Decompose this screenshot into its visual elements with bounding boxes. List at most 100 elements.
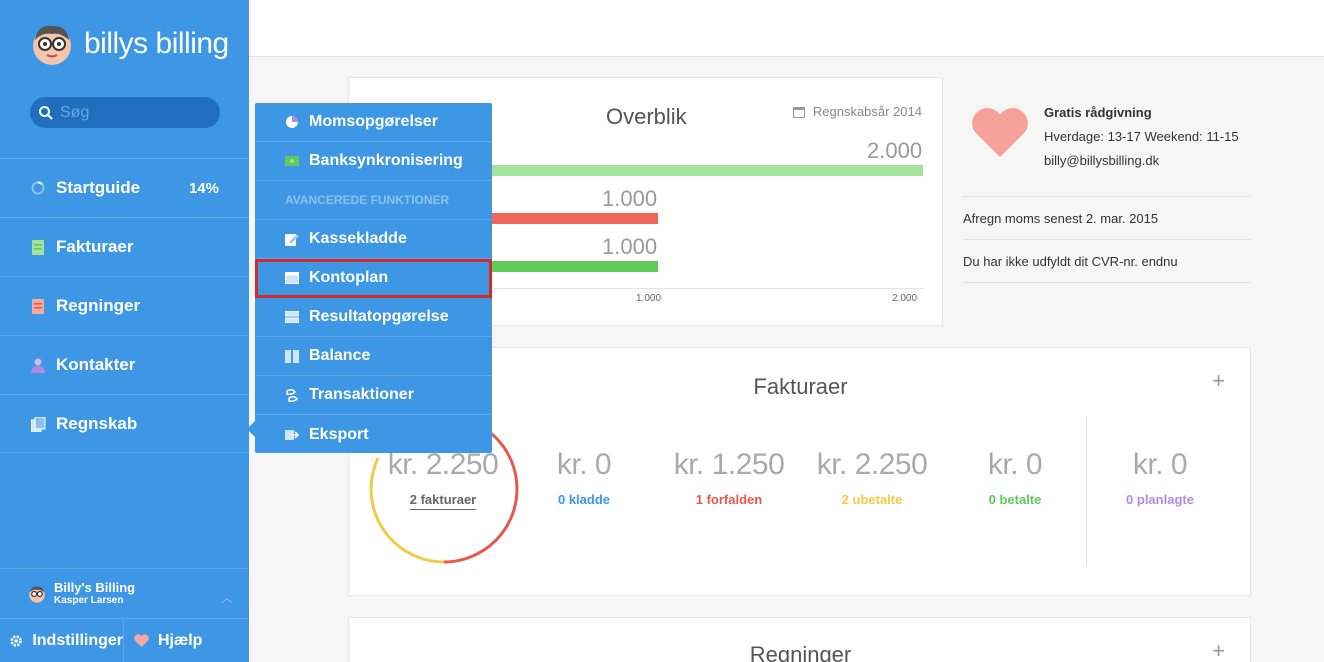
axis-tick: 1.000 <box>636 293 662 304</box>
sidebar-item-regnskab[interactable]: Regnskab <box>0 394 249 453</box>
sidebar-item-fakturaer[interactable]: Fakturaer <box>0 217 249 276</box>
help-label: Hjælp <box>158 631 203 649</box>
regnskab-submenu: Momsopgørelser Banksynkronisering AVANCE… <box>247 103 492 454</box>
overblik-bar-value: 2.000 <box>867 138 923 163</box>
menu-item-label: Kassekladde <box>309 230 407 247</box>
sidebar-item-label: Kontakter <box>56 355 136 374</box>
menu-item-transaktioner[interactable]: Transaktioner <box>255 376 492 415</box>
sidebar-item-startguide[interactable]: Startguide 14% <box>0 158 249 217</box>
settings-label: Indstillinger <box>32 631 123 649</box>
menu-item-eksport[interactable]: Eksport <box>255 415 492 454</box>
person-icon <box>30 357 46 373</box>
stat-amount: kr. 1.250 <box>673 448 785 481</box>
sidebar-nav: Startguide 14% Fakturaer Regninger Konta… <box>0 158 249 453</box>
menu-item-resultatopgoerelse[interactable]: Resultatopgørelse <box>255 298 492 337</box>
overblik-bar-value: 1.000 <box>602 186 658 211</box>
overblik-bar-value: 1.000 <box>602 234 658 259</box>
stat-label: 2 ubetalte <box>841 492 903 507</box>
sidebar-footer: Indstillinger Hjælp <box>0 618 249 662</box>
sidebar-item-label: Regninger <box>56 296 141 315</box>
heart-icon <box>134 634 149 647</box>
settings-button[interactable]: Indstillinger <box>0 619 124 662</box>
stat-amount: kr. 2.250 <box>816 448 928 481</box>
menu-item-kontoplan[interactable]: Kontoplan <box>255 259 492 298</box>
menu-item-label: Banksynkronisering <box>309 152 463 169</box>
nav-divider <box>0 452 249 453</box>
menu-item-label: Transaktioner <box>309 386 414 403</box>
stat-amount: kr. 0 <box>1132 448 1188 481</box>
search-icon <box>39 105 53 120</box>
sidebar-item-label: Regnskab <box>56 414 138 433</box>
heart-icon <box>972 108 1028 158</box>
search-input[interactable]: Søg <box>30 97 220 128</box>
sidebar-item-kontakter[interactable]: Kontakter <box>0 335 249 394</box>
stat-amount: kr. 0 <box>987 448 1043 481</box>
advice-email[interactable]: billy@billysbilling.dk <box>1044 153 1159 168</box>
stat-amount: kr. 0 <box>556 448 612 481</box>
menu-item-balance[interactable]: Balance <box>255 337 492 376</box>
add-invoice-button[interactable]: + <box>1212 368 1225 394</box>
menu-item-kassekladde[interactable]: Kassekladde <box>255 220 492 259</box>
sidebar-item-label: Startguide <box>56 178 141 197</box>
stat-label: 0 kladde <box>557 492 611 507</box>
transactions-icon <box>285 388 299 402</box>
balance-icon <box>285 349 299 363</box>
spinner-icon <box>30 180 46 196</box>
regninger-title: Regninger <box>749 642 852 662</box>
startguide-progress: 14% <box>188 179 219 197</box>
menu-item-label: Momsopgørelser <box>309 113 438 130</box>
account-plan-icon <box>285 271 299 285</box>
logo[interactable]: billys billing <box>30 22 229 66</box>
regninger-card: Regninger + <box>348 617 1251 662</box>
billy-avatar-icon <box>33 25 71 65</box>
fiscal-year-label: Regnskabsår 2014 <box>812 104 922 119</box>
menu-item-momsopgoerelser[interactable]: Momsopgørelser <box>255 103 492 142</box>
logo-text: billys billing <box>84 27 229 60</box>
stat-total[interactable]: kr. 2.250 2 fakturaer <box>373 448 513 507</box>
axis-tick: 2.000 <box>892 293 918 304</box>
export-icon <box>285 428 299 442</box>
calendar-icon <box>792 106 805 118</box>
menu-item-label: Kontoplan <box>309 269 389 286</box>
advice-hours: Hverdage: 13-17 Weekend: 11-15 <box>1044 129 1239 144</box>
invoice-icon <box>30 239 46 255</box>
notice-vat-deadline[interactable]: Afregn moms senest 2. mar. 2015 <box>963 196 1251 240</box>
advice-title: Gratis rådgivning <box>1044 105 1152 120</box>
fiscal-year-selector[interactable]: Regnskabsår 2014 <box>792 104 922 119</box>
stat-kladde[interactable]: kr. 0 0 kladde <box>514 448 654 507</box>
stat-betalte[interactable]: kr. 0 0 betalte <box>945 448 1085 507</box>
accounting-icon <box>30 416 46 432</box>
notice-cvr-missing[interactable]: Du har ikke udfyldt dit CVR-nr. endnu <box>963 239 1251 283</box>
stat-planlagte[interactable]: kr. 0 0 planlagte <box>1090 448 1230 507</box>
chevron-up-icon: ︿ <box>220 591 233 605</box>
menu-item-label: Eksport <box>309 425 369 443</box>
sidebar: billys billing Søg Startguide 14% Faktur… <box>0 0 249 662</box>
add-bill-button[interactable]: + <box>1212 638 1225 662</box>
stat-label: 0 betalte <box>988 492 1042 507</box>
user-avatar-icon <box>29 586 45 603</box>
stats-divider <box>1086 416 1087 566</box>
sidebar-item-regninger[interactable]: Regninger <box>0 276 249 335</box>
stat-forfalden[interactable]: kr. 1.250 1 forfalden <box>659 448 799 507</box>
menu-section-header: AVANCEREDE FUNKTIONER <box>255 181 492 220</box>
result-icon <box>285 310 299 324</box>
gear-icon <box>10 634 22 647</box>
bill-icon <box>30 298 46 314</box>
stat-label: 1 forfalden <box>695 492 763 507</box>
stat-label: 2 fakturaer <box>409 492 477 507</box>
help-button[interactable]: Hjælp <box>124 619 202 662</box>
sidebar-item-label: Fakturaer <box>56 237 134 256</box>
user-name: Kasper Larsen <box>54 595 124 606</box>
stat-label: 0 planlagte <box>1126 492 1194 507</box>
menu-item-banksynkronisering[interactable]: Banksynkronisering <box>255 142 492 181</box>
overblik-title: Overblik <box>606 104 687 129</box>
submenu-arrow <box>247 421 255 437</box>
user-switcher[interactable]: Billy's Billing Kasper Larsen ︿ <box>0 568 249 618</box>
stat-ubetalte[interactable]: kr. 2.250 2 ubetalte <box>802 448 942 507</box>
pie-icon <box>285 115 299 129</box>
search-placeholder: Søg <box>60 103 90 121</box>
bank-icon <box>285 154 299 168</box>
menu-item-label: Resultatopgørelse <box>309 308 449 325</box>
edit-icon <box>285 232 299 246</box>
user-company-name: Billy's Billing <box>54 580 136 595</box>
